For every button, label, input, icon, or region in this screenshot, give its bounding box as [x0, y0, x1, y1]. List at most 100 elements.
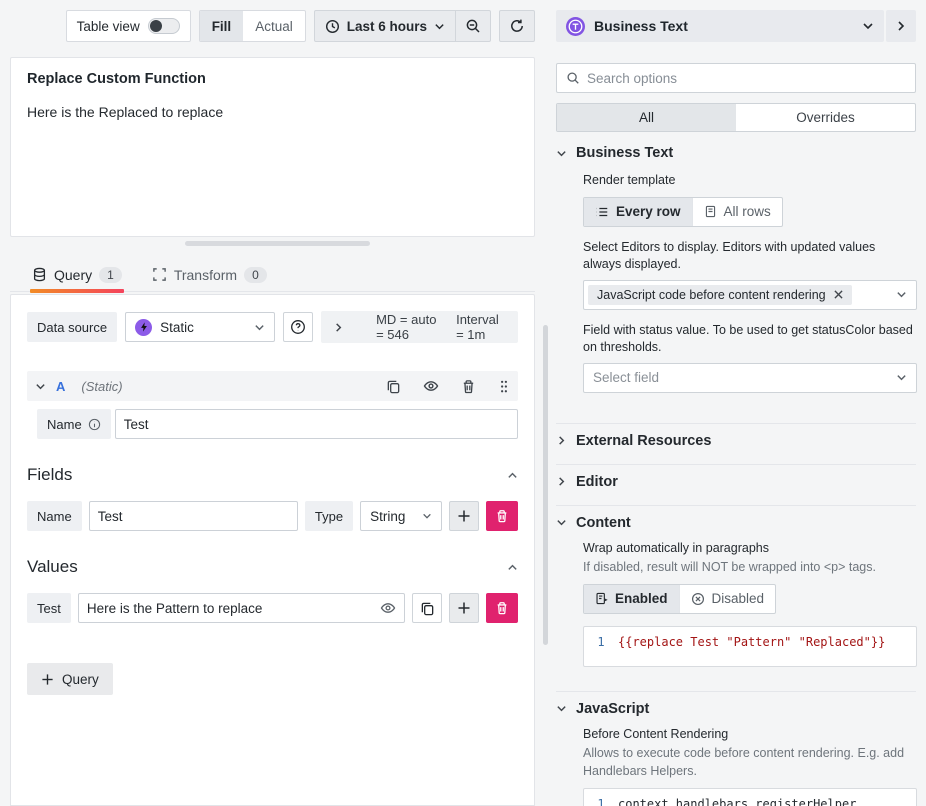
query-options-bar[interactable]: MD = auto = 546 Interval = 1m — [321, 311, 518, 343]
datasource-picker[interactable]: Static — [125, 312, 275, 342]
wrap-paragraphs-desc: If disabled, result will NOT be wrapped … — [583, 559, 916, 577]
status-field-select[interactable]: Select field — [583, 363, 917, 393]
info-icon — [88, 418, 101, 431]
tab-all[interactable]: All — [557, 104, 736, 131]
field-type-select[interactable]: String — [360, 501, 442, 531]
values-section-heading: Values — [27, 557, 518, 577]
fill-option[interactable]: Fill — [200, 11, 244, 41]
remove-field-button[interactable] — [486, 501, 518, 531]
time-range-label: Last 6 hours — [347, 19, 427, 34]
chevron-down-icon — [896, 372, 907, 383]
table-view-label: Table view — [77, 19, 140, 34]
panel-options-pane: Business Text All Overrides Business Tex… — [556, 0, 926, 806]
copy-value-button[interactable] — [412, 593, 442, 623]
before-rendering-label: Before Content Rendering — [583, 726, 916, 744]
visualization-picker[interactable]: Business Text — [556, 10, 884, 42]
refresh-icon — [509, 18, 525, 34]
panel-preview: Replace Custom Function Here is the Repl… — [10, 57, 535, 237]
chevron-right-icon — [556, 476, 567, 487]
chevron-right-icon — [333, 322, 344, 333]
table-view-toggle-button[interactable]: Table view — [66, 10, 191, 42]
editors-multiselect[interactable]: JavaScript code before content rendering — [583, 280, 917, 310]
remove-value-button[interactable] — [486, 593, 518, 623]
visualization-name: Business Text — [594, 18, 853, 34]
render-template-group: Every row All rows — [583, 197, 783, 227]
fields-section-heading: Fields — [27, 465, 518, 485]
static-datasource-icon — [135, 319, 152, 336]
drag-query-handle[interactable] — [492, 379, 510, 394]
section-business-text[interactable]: Business Text — [556, 136, 916, 170]
chevron-down-icon — [254, 322, 265, 333]
interval-value: Interval = 1m — [456, 312, 506, 342]
section-content[interactable]: Content — [556, 506, 916, 540]
time-range-button[interactable]: Last 6 hours — [315, 11, 455, 41]
before-rendering-desc: Allows to execute code before content re… — [583, 745, 916, 780]
plus-icon — [41, 673, 54, 686]
all-rows-option[interactable]: All rows — [692, 198, 782, 226]
query-ref-id: A — [56, 379, 65, 394]
chevron-down-icon — [434, 21, 445, 32]
editors-display-label: Select Editors to display. Editors with … — [583, 239, 916, 274]
query-name-input[interactable] — [115, 409, 518, 439]
every-row-option[interactable]: Every row — [584, 198, 692, 226]
search-icon — [566, 71, 580, 85]
collapse-options-pane-button[interactable] — [886, 10, 916, 42]
query-row-header[interactable]: A (Static) — [27, 371, 518, 401]
editors-selected-tag: JavaScript code before content rendering — [588, 285, 852, 305]
panel-edit-left-pane: Table view Fill Actual Last 6 hours — [0, 0, 546, 806]
wrap-disabled-option[interactable]: Disabled — [679, 585, 776, 613]
content-code-editor[interactable]: 1 {{replace Test "Pattern" "Replaced"}} — [583, 626, 917, 667]
status-field-placeholder: Select field — [593, 370, 659, 385]
status-field-label: Field with status value. To be used to g… — [583, 322, 916, 357]
preview-value-eye-icon[interactable] — [380, 600, 396, 616]
database-icon — [32, 267, 47, 282]
options-search-input[interactable] — [587, 71, 906, 86]
chevron-down-icon — [35, 381, 46, 392]
wrap-enabled-option[interactable]: Enabled — [584, 585, 679, 613]
datasource-help-button[interactable] — [283, 312, 313, 342]
collapse-chevron-icon[interactable] — [507, 470, 518, 481]
content-section-body: Wrap automatically in paragraphs If disa… — [556, 540, 916, 685]
value-row: Test — [27, 593, 518, 623]
options-filter-tabs: All Overrides — [556, 103, 916, 132]
options-pane-header: Business Text — [556, 10, 916, 42]
preview-body: Here is the Replaced to replace — [27, 104, 518, 120]
section-editor[interactable]: Editor — [556, 465, 916, 499]
add-query-label: Query — [62, 672, 99, 687]
add-query-button[interactable]: Query — [27, 663, 113, 695]
chevron-right-icon — [556, 435, 567, 446]
duplicate-query-icon[interactable] — [380, 379, 407, 394]
delete-query-icon[interactable] — [455, 379, 482, 394]
section-external-resources[interactable]: External Resources — [556, 424, 916, 458]
circle-x-icon — [691, 592, 705, 606]
options-search[interactable] — [556, 63, 916, 93]
wrap-paragraphs-label: Wrap automatically in paragraphs — [583, 540, 916, 558]
field-name-label: Name — [27, 501, 82, 531]
actual-option[interactable]: Actual — [243, 11, 305, 41]
left-pane-scrollbar[interactable] — [543, 325, 548, 645]
tab-transform[interactable]: Transform 0 — [150, 258, 269, 291]
preview-title: Replace Custom Function — [27, 71, 518, 87]
chevron-down-icon — [862, 20, 874, 32]
query-editor-panel: Data source Static MD = auto = 546 I — [10, 294, 535, 806]
panel-toolbar: Table view Fill Actual Last 6 hours — [66, 10, 535, 42]
javascript-code-editor[interactable]: 1 context.handlebars.registerHelper 2 ("… — [583, 788, 917, 806]
remove-tag-icon[interactable] — [834, 290, 843, 299]
field-name-input[interactable] — [89, 501, 298, 531]
zoom-out-button[interactable] — [455, 11, 490, 41]
add-value-button[interactable] — [449, 593, 479, 623]
time-picker-group: Last 6 hours — [314, 10, 491, 42]
value-input[interactable] — [78, 593, 405, 623]
hide-query-icon[interactable] — [417, 378, 445, 394]
render-template-label: Render template — [583, 172, 916, 190]
add-field-button[interactable] — [449, 501, 479, 531]
table-view-switch[interactable] — [148, 18, 180, 34]
collapse-chevron-icon[interactable] — [507, 562, 518, 573]
chevron-down-icon — [422, 511, 432, 521]
resize-drag-handle[interactable] — [185, 241, 370, 246]
section-javascript[interactable]: JavaScript — [556, 692, 916, 726]
tab-overrides[interactable]: Overrides — [736, 104, 915, 131]
refresh-button[interactable] — [499, 10, 535, 42]
field-row: Name Type String — [27, 501, 518, 531]
tab-query[interactable]: Query 1 — [30, 258, 124, 291]
